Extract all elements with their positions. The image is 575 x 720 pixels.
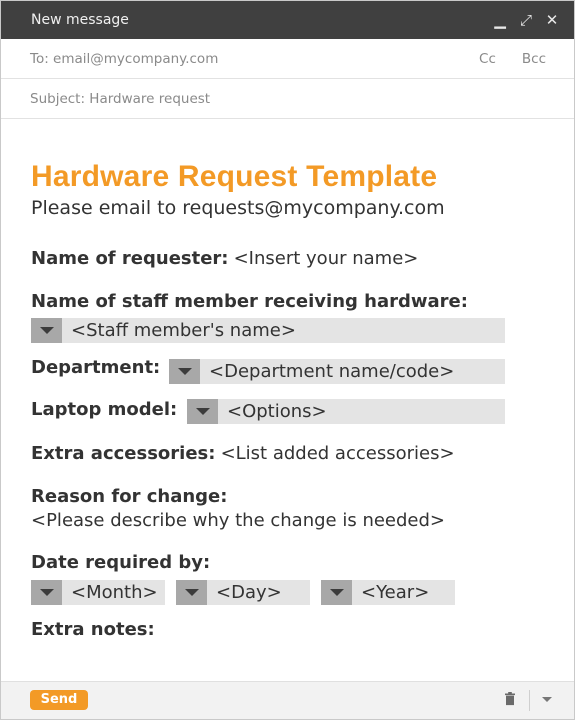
- compose-window: New message ▁ ⤢ ✕ To: email@mycompany.co…: [0, 0, 575, 720]
- accessories-value[interactable]: <List added accessories>: [221, 443, 455, 464]
- laptop-dropdown-value: <Options>: [227, 401, 327, 422]
- department-dropdown-value: <Department name/code>: [209, 361, 455, 382]
- send-button[interactable]: Send: [30, 690, 88, 710]
- day-dropdown-value: <Day>: [216, 582, 282, 603]
- template-title: Hardware Request Template: [31, 160, 438, 193]
- message-body[interactable]: Hardware Request Template Please email t…: [1, 159, 574, 220]
- laptop-label-row: Laptop model:: [31, 399, 177, 420]
- subject-field[interactable]: Subject: Hardware request: [1, 79, 574, 119]
- day-dropdown[interactable]: <Day>: [176, 580, 310, 605]
- year-dropdown-value: <Year>: [361, 582, 430, 603]
- laptop-label: Laptop model:: [31, 399, 178, 420]
- reason-label: Reason for change:: [31, 486, 228, 507]
- department-label: Department:: [31, 357, 161, 378]
- reason-label-row: Reason for change:: [31, 486, 227, 507]
- compose-footer: Send: [1, 681, 574, 719]
- cc-button[interactable]: Cc: [479, 51, 496, 67]
- chevron-down-icon[interactable]: [31, 318, 62, 343]
- chevron-down-icon[interactable]: [542, 697, 552, 702]
- month-dropdown-value: <Month>: [71, 582, 158, 603]
- chevron-down-icon[interactable]: [176, 580, 207, 605]
- chevron-down-icon[interactable]: [31, 580, 62, 605]
- year-dropdown[interactable]: <Year>: [321, 580, 455, 605]
- expand-icon[interactable]: ⤢: [516, 11, 536, 29]
- window-title: New message: [31, 12, 129, 28]
- staff-label: Name of staff member receiving hardware:: [31, 291, 468, 312]
- department-label-row: Department:: [31, 357, 160, 378]
- accessories-row: Extra accessories: <List added accessori…: [31, 443, 455, 464]
- notes-label: Extra notes:: [31, 619, 155, 640]
- footer-divider: [529, 690, 530, 711]
- laptop-dropdown[interactable]: <Options>: [187, 399, 505, 424]
- chevron-down-icon[interactable]: [321, 580, 352, 605]
- minimize-icon[interactable]: ▁: [490, 11, 510, 29]
- date-label-row: Date required by:: [31, 552, 210, 573]
- month-dropdown[interactable]: <Month>: [31, 580, 165, 605]
- reason-value-row: <Please describe why the change is neede…: [31, 510, 445, 531]
- reason-value[interactable]: <Please describe why the change is neede…: [31, 510, 445, 531]
- staff-dropdown-value: <Staff member's name>: [71, 320, 296, 341]
- close-icon[interactable]: ✕: [542, 11, 562, 29]
- department-dropdown[interactable]: <Department name/code>: [169, 359, 505, 384]
- subject-input[interactable]: Subject: Hardware request: [30, 91, 210, 107]
- notes-label-row: Extra notes:: [31, 619, 155, 640]
- chevron-down-icon[interactable]: [187, 399, 218, 424]
- requester-value[interactable]: <Insert your name>: [234, 248, 419, 269]
- bcc-button[interactable]: Bcc: [522, 51, 546, 67]
- to-input[interactable]: To: email@mycompany.com: [30, 51, 479, 67]
- trash-icon[interactable]: [504, 692, 516, 706]
- staff-dropdown[interactable]: <Staff member's name>: [31, 318, 505, 343]
- to-field[interactable]: To: email@mycompany.com Cc Bcc: [1, 39, 574, 79]
- template-instructions: Please email to requests@mycompany.com: [31, 197, 445, 219]
- date-label: Date required by:: [31, 552, 211, 573]
- requester-row: Name of requester: <Insert your name>: [31, 248, 418, 269]
- accessories-label: Extra accessories:: [31, 443, 216, 464]
- chevron-down-icon[interactable]: [169, 359, 200, 384]
- staff-label-row: Name of staff member receiving hardware:: [31, 291, 468, 312]
- requester-label: Name of requester:: [31, 248, 229, 269]
- title-bar: New message ▁ ⤢ ✕: [1, 1, 574, 39]
